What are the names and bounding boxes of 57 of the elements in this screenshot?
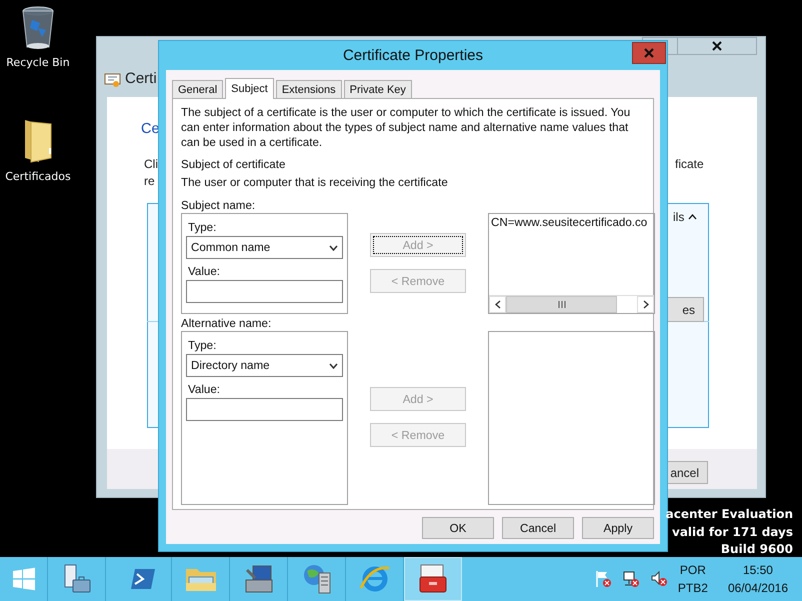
server-toolbox-icon (62, 564, 92, 594)
chevron-down-icon (329, 362, 338, 368)
group-label: Subject name: (181, 198, 256, 213)
speaker-muted-icon (650, 570, 668, 588)
clock[interactable]: 15:50 06/04/2016 (728, 561, 788, 597)
value-field[interactable] (186, 398, 343, 421)
close-icon (712, 41, 722, 51)
group-label: Alternative name: (181, 316, 272, 331)
horizontal-scrollbar[interactable] (489, 295, 654, 313)
windows-logo-icon (12, 567, 36, 591)
edition-notice-text: valid for 171 days (672, 524, 793, 541)
instruction-text: re (144, 174, 155, 188)
list-entry[interactable]: CN=www.seusitecertificado.co (489, 214, 654, 231)
chevron-left-icon (494, 300, 500, 309)
tab[interactable]: Extensions (276, 80, 342, 98)
chevron-right-icon (642, 300, 648, 309)
terminal-icon (130, 567, 156, 591)
type-dropdown[interactable]: Common name (186, 236, 343, 259)
dialog-button[interactable]: Apply (582, 517, 654, 539)
tab[interactable]: Private Key (344, 80, 412, 98)
description-text: The subject of a certificate is the user or computer to which the certificate is issued. You can enter information about the types of subject name and alternative name values that can be used in a certificate. (181, 105, 632, 150)
entry-list[interactable] (488, 331, 655, 505)
instruction-text: ficate (675, 157, 704, 171)
field-label: Value: (188, 265, 222, 278)
edition-notice-text: Build 9600 (720, 541, 793, 558)
field-label: Type: (188, 339, 218, 352)
language-indicator[interactable]: POR PTB2 (678, 561, 708, 597)
tab[interactable]: Subject (225, 78, 274, 99)
chevron-down-icon (329, 244, 338, 250)
details-toggle[interactable]: ils (673, 210, 698, 224)
type-dropdown[interactable]: Directory name (186, 354, 343, 377)
field-label: Value: (188, 383, 222, 396)
dialog-title: Certificate Properties (342, 47, 484, 64)
tab[interactable]: General (172, 80, 224, 98)
section-subtitle: The user or computer that is receiving the certificate (181, 176, 449, 189)
recycle-bin-icon (21, 6, 55, 50)
computer-tools-icon (242, 564, 274, 594)
desktop-icon-label[interactable]: Certificados (5, 170, 71, 183)
browser-e-icon (358, 564, 390, 594)
field-label: Type: (188, 221, 218, 234)
dialog-button[interactable]: OK (422, 517, 494, 539)
certificate-icon (104, 73, 121, 88)
close-button[interactable] (677, 37, 757, 55)
grip-icon (558, 301, 566, 308)
flag-alert-icon (594, 570, 612, 588)
caret-icon (688, 214, 698, 220)
desktop-icon-label[interactable]: Recycle Bin (6, 56, 70, 69)
section-title: Subject of certificate (181, 158, 286, 171)
value-field[interactable] (186, 280, 343, 303)
instruction-text: Cli (144, 157, 158, 171)
window-title: Certi (125, 70, 157, 87)
toolbox-icon (417, 564, 449, 594)
entry-list[interactable]: CN=www.seusitecertificado.co (488, 213, 655, 314)
close-icon (644, 48, 654, 58)
network-alert-icon (622, 570, 640, 588)
folder-icon (23, 118, 53, 164)
dialog-button[interactable]: Cancel (502, 517, 574, 539)
